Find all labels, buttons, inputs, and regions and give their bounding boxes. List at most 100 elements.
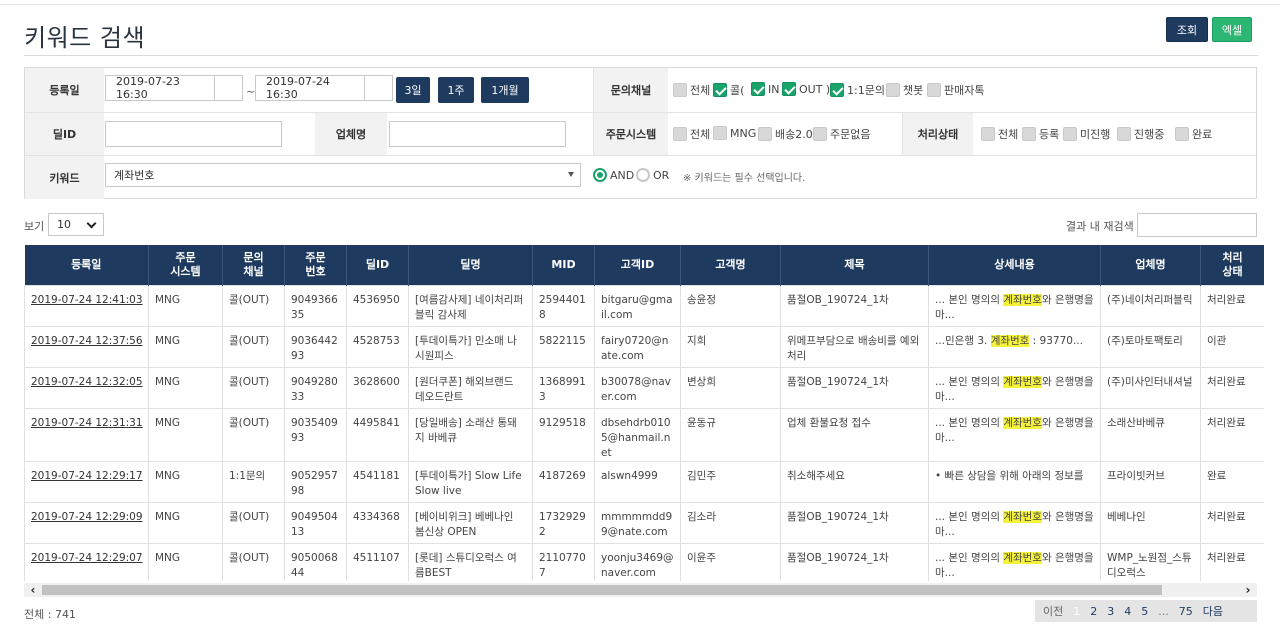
view-count-label: 보기 bbox=[24, 220, 45, 233]
status-pending-checkbox[interactable]: 미진행 bbox=[1063, 126, 1110, 142]
cell-date[interactable]: 2019-07-24 12:37:56 bbox=[24, 325, 149, 368]
quick-3day-button[interactable]: 3일 bbox=[396, 77, 430, 103]
status-registered-checkbox[interactable]: 등록 bbox=[1022, 126, 1059, 142]
research-input[interactable] bbox=[1137, 213, 1257, 237]
company-input[interactable] bbox=[389, 121, 566, 147]
search-button[interactable]: 조회 bbox=[1166, 17, 1208, 42]
cell-date[interactable]: 2019-07-24 12:29:09 bbox=[24, 501, 149, 544]
channel-1on1-checkbox[interactable]: 1:1문의 bbox=[830, 82, 885, 98]
channel-sellertalk-checkbox[interactable]: 판매자톡 bbox=[927, 82, 984, 98]
channel-out-checkbox[interactable]: OUT ) bbox=[782, 82, 830, 96]
table-row[interactable]: 2019-07-24 12:32:05 MNG 콜(OUT) 904928033 362… bbox=[24, 366, 1264, 409]
page-link[interactable]: 3 bbox=[1102, 605, 1119, 618]
column-header: 고객ID bbox=[594, 245, 681, 285]
checkbox-icon bbox=[1117, 127, 1131, 141]
order-sys-delivery-checkbox[interactable]: 배송2.0 bbox=[758, 126, 813, 142]
status-all-checkbox[interactable]: 전체 bbox=[981, 126, 1018, 142]
keyword-select[interactable]: 계좌번호 bbox=[105, 163, 581, 187]
scrollbar-thumb[interactable] bbox=[42, 585, 1162, 595]
order-sys-mng-checkbox[interactable]: MNG bbox=[713, 126, 756, 140]
cell-detail: ...민은행 3. 계좌번호 : 93770... bbox=[928, 325, 1101, 368]
table-row[interactable]: 2019-07-24 12:29:07 MNG 콜(OUT) 905006844 451… bbox=[24, 542, 1264, 581]
next-page-link[interactable]: 다음 bbox=[1198, 603, 1228, 619]
checkbox-checked-icon bbox=[830, 83, 844, 97]
checkbox-label: 전체 bbox=[690, 128, 711, 141]
prev-page-link[interactable]: 이전 bbox=[1035, 603, 1068, 619]
channel-chatbot-checkbox[interactable]: 챗봇 bbox=[886, 82, 923, 98]
checkbox-icon bbox=[1063, 127, 1077, 141]
cell-cid: fairy0720@nate.com bbox=[594, 325, 681, 368]
cell-date[interactable]: 2019-07-24 12:31:31 bbox=[24, 407, 149, 462]
table-row[interactable]: 2019-07-24 12:31:31 MNG 콜(OUT) 903540993 449… bbox=[24, 407, 1264, 462]
cell-subj: 위메프부담으로 배송비를 예외처리 bbox=[780, 325, 929, 368]
cell-subj: 취소해주세요 bbox=[780, 460, 929, 503]
cell-cname: 윤동규 bbox=[680, 407, 781, 462]
cell-subj: 품절OB_190724_1차 bbox=[780, 366, 929, 409]
cell-ch: 콜(OUT) bbox=[222, 407, 285, 462]
and-radio[interactable]: AND bbox=[593, 168, 634, 182]
company-label: 업체명 bbox=[315, 113, 387, 155]
column-header: 상세내용 bbox=[928, 245, 1101, 285]
status-done-checkbox[interactable]: 완료 bbox=[1175, 126, 1212, 142]
channel-all-checkbox[interactable]: 전체 bbox=[673, 82, 710, 98]
detail-text: ... 본인 명의의 bbox=[935, 416, 1004, 429]
page-link[interactable]: 5 bbox=[1136, 605, 1153, 618]
column-header: 주문 번호 bbox=[284, 245, 347, 285]
cell-ord: 904936635 bbox=[284, 284, 347, 327]
order-sys-all-checkbox[interactable]: 전체 bbox=[673, 126, 710, 142]
cell-date[interactable]: 2019-07-24 12:41:03 bbox=[24, 284, 149, 327]
cell-cid: b30078@naver.com bbox=[594, 366, 681, 409]
scroll-right-icon[interactable]: › bbox=[1241, 583, 1255, 597]
deal-id-input[interactable] bbox=[105, 121, 282, 147]
checkbox-label: 전체 bbox=[690, 84, 711, 97]
table-row[interactable]: 2019-07-24 12:37:56 MNG 콜(OUT) 903644293 452… bbox=[24, 325, 1264, 368]
column-header: 딜ID bbox=[346, 245, 409, 285]
cell-date[interactable]: 2019-07-24 12:32:05 bbox=[24, 366, 149, 409]
date-to-input[interactable]: 2019-07-24 16:30 bbox=[255, 75, 365, 101]
order-system-label: 주문시스템 bbox=[594, 113, 668, 155]
channel-call-checkbox[interactable]: 콜( bbox=[713, 82, 744, 98]
cell-st: 처리완료 bbox=[1200, 501, 1264, 544]
view-count-select[interactable]: 10 bbox=[48, 213, 104, 236]
page-link[interactable]: 1 bbox=[1068, 605, 1085, 618]
table-row[interactable]: 2019-07-24 12:29:17 MNG 1:1문의 905295798 4541… bbox=[24, 460, 1264, 503]
research-label: 결과 내 재검색 bbox=[1066, 220, 1134, 233]
page-link[interactable]: 4 bbox=[1119, 605, 1136, 618]
cell-comp: 프라이빗커브 bbox=[1100, 460, 1201, 503]
cell-comp: (주)네이처리퍼블릭 bbox=[1100, 284, 1201, 327]
checkbox-icon bbox=[927, 83, 941, 97]
excel-button[interactable]: 엑셀 bbox=[1212, 17, 1252, 42]
channel-in-checkbox[interactable]: IN bbox=[751, 82, 779, 96]
date-to-calendar[interactable] bbox=[364, 75, 393, 101]
cell-cid: yoonju3469@naver.com bbox=[594, 542, 681, 581]
last-page-link[interactable]: 75 bbox=[1174, 605, 1198, 618]
cell-dname: [투데이특가] Slow Life Slow live bbox=[408, 460, 533, 503]
or-radio[interactable]: OR bbox=[636, 168, 669, 182]
checkbox-icon bbox=[886, 83, 900, 97]
cell-date[interactable]: 2019-07-24 12:29:17 bbox=[24, 460, 149, 503]
checkbox-label: 콜( bbox=[730, 84, 745, 97]
table-row[interactable]: 2019-07-24 12:29:09 MNG 콜(OUT) 904950413 433… bbox=[24, 501, 1264, 544]
cell-dname: [당일배송] 소래산 통돼지 바베큐 bbox=[408, 407, 533, 462]
checkbox-label: OUT ) bbox=[799, 82, 831, 96]
horizontal-scrollbar[interactable]: ‹ › bbox=[24, 583, 1257, 597]
quick-1month-button[interactable]: 1개월 bbox=[481, 77, 529, 103]
cell-date[interactable]: 2019-07-24 12:29:07 bbox=[24, 542, 149, 581]
order-sys-none-checkbox[interactable]: 주문없음 bbox=[813, 126, 870, 142]
date-from-input[interactable]: 2019-07-23 16:30 bbox=[105, 75, 215, 101]
cell-st: 이관 bbox=[1200, 325, 1264, 368]
scroll-left-icon[interactable]: ‹ bbox=[26, 583, 40, 597]
page-link[interactable]: 2 bbox=[1085, 605, 1102, 618]
table-row[interactable]: 2019-07-24 12:41:03 MNG 콜(OUT) 904936635 453… bbox=[24, 284, 1264, 327]
cell-ord: 903644293 bbox=[284, 325, 347, 368]
checkbox-checked-icon bbox=[751, 82, 765, 96]
reg-date-label: 등록일 bbox=[25, 68, 104, 112]
status-inprogress-checkbox[interactable]: 진행중 bbox=[1117, 126, 1164, 142]
quick-1week-button[interactable]: 1주 bbox=[438, 77, 474, 103]
column-header: 제목 bbox=[780, 245, 929, 285]
cell-st: 처리완료 bbox=[1200, 284, 1264, 327]
row-divider bbox=[25, 155, 1256, 156]
cell-ch: 콜(OUT) bbox=[222, 366, 285, 409]
checkbox-label: MNG bbox=[730, 126, 757, 140]
date-from-calendar[interactable] bbox=[214, 75, 243, 101]
